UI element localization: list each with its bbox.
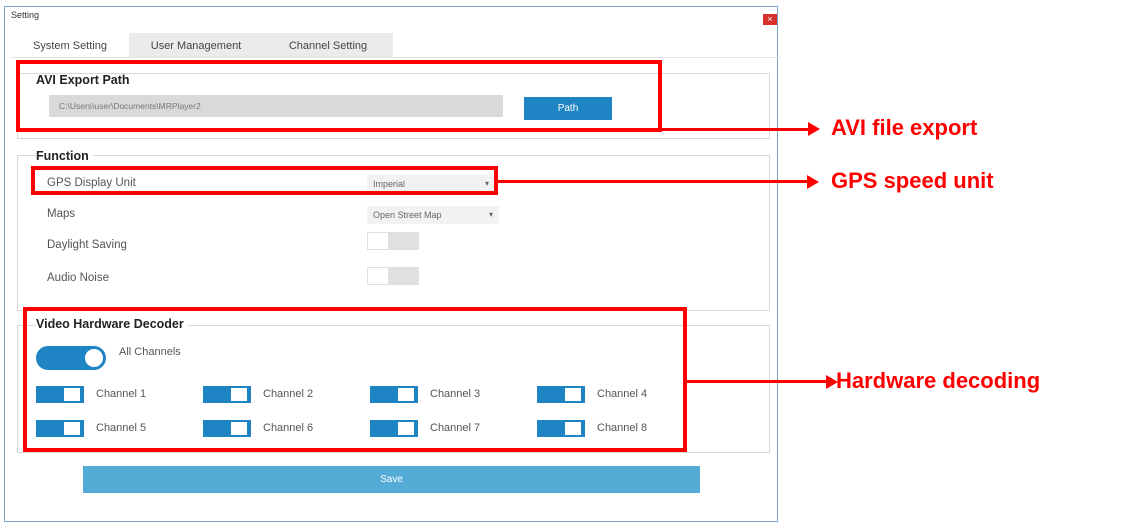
toggle-knob <box>368 233 388 249</box>
daylight-saving-toggle[interactable] <box>367 232 419 250</box>
avi-arrow-head <box>808 122 820 136</box>
audio-noise-toggle[interactable] <box>367 267 419 285</box>
avi-callout: AVI file export <box>831 115 978 140</box>
gps-arrow-line <box>498 180 809 183</box>
tab-user-management[interactable]: User Management <box>129 33 263 57</box>
toggle-knob <box>368 268 388 284</box>
save-button[interactable]: Save <box>83 466 700 493</box>
close-icon[interactable]: × <box>763 14 777 25</box>
audio-noise-label: Audio Noise <box>47 272 110 284</box>
maps-value: Open Street Map <box>373 210 442 220</box>
gps-unit-highlight <box>31 166 498 195</box>
chevron-down-icon: ▾ <box>488 210 493 219</box>
decoder-highlight <box>23 307 687 452</box>
tab-channel-setting[interactable]: Channel Setting <box>263 33 393 57</box>
hw-callout: Hardware decoding <box>836 368 1041 393</box>
daylight-saving-label: Daylight Saving <box>47 239 127 251</box>
function-title: Function <box>36 149 93 163</box>
avi-arrow-line <box>662 128 810 131</box>
gps-arrow-head <box>807 175 819 189</box>
tab-divider <box>11 57 781 58</box>
hw-arrow-line <box>687 380 828 383</box>
tab-bar: System Setting User Management Channel S… <box>11 33 393 57</box>
avi-export-highlight <box>16 60 662 132</box>
window-title: Setting <box>11 10 40 20</box>
maps-label: Maps <box>47 208 76 220</box>
maps-select[interactable]: Open Street Map ▾ <box>367 206 499 224</box>
tab-system-setting[interactable]: System Setting <box>11 33 129 57</box>
gps-callout: GPS speed unit <box>831 168 994 193</box>
